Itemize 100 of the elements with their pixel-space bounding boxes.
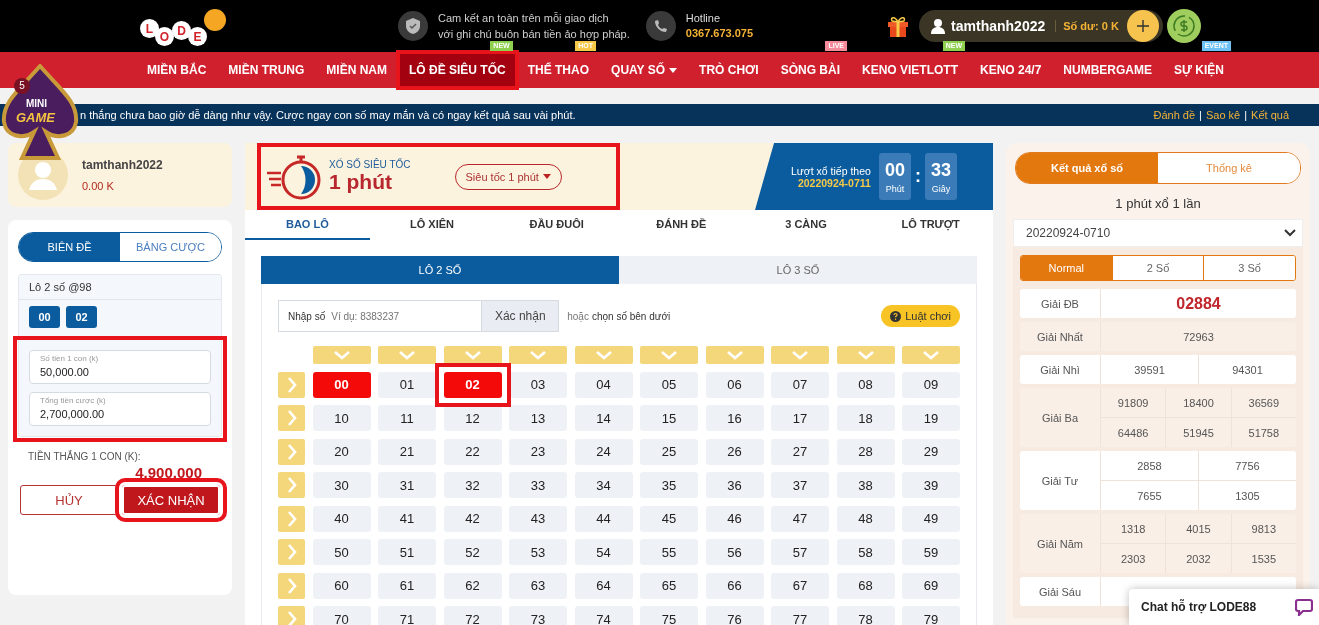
number-cell[interactable]: 51 xyxy=(378,539,436,565)
number-cell[interactable]: 23 xyxy=(509,438,567,465)
nav-link[interactable]: NUMBERGAME xyxy=(1052,52,1164,88)
select-row-button[interactable] xyxy=(278,606,305,625)
number-cell[interactable]: 50 xyxy=(312,539,371,565)
sub-tab[interactable]: LÔ 2 SỐ xyxy=(261,256,619,284)
number-cell[interactable]: 42 xyxy=(443,505,502,532)
quick-link[interactable]: Kết quả xyxy=(1251,109,1289,121)
nav-link[interactable]: KENO VIETLOTT xyxy=(851,52,969,88)
number-cell[interactable]: 40 xyxy=(312,505,371,532)
gift-icon[interactable] xyxy=(887,14,910,38)
rules-button[interactable]: Luật chơi xyxy=(881,305,960,327)
chosen-number[interactable]: 02 xyxy=(66,306,97,328)
number-cell[interactable]: 11 xyxy=(378,405,436,431)
number-cell[interactable]: 03 xyxy=(509,371,567,398)
number-cell[interactable]: 18 xyxy=(836,405,895,431)
number-cell[interactable]: 26 xyxy=(705,438,764,465)
coin-exchange-icon[interactable] xyxy=(1166,9,1201,43)
number-cell[interactable]: 10 xyxy=(312,405,371,431)
number-cell[interactable]: 78 xyxy=(836,606,895,625)
nav-link[interactable]: MIỀN BẮC xyxy=(136,52,218,88)
number-cell[interactable]: 62 xyxy=(443,572,502,599)
number-cell[interactable]: 70 xyxy=(312,606,371,625)
number-cell[interactable]: 28 xyxy=(836,438,895,465)
number-cell[interactable]: 24 xyxy=(574,438,633,465)
number-cell[interactable]: 31 xyxy=(378,472,436,498)
number-cell[interactable]: 04 xyxy=(574,371,633,398)
number-cell[interactable]: 46 xyxy=(705,505,764,532)
number-cell[interactable]: 30 xyxy=(312,472,371,498)
number-cell[interactable]: 66 xyxy=(705,572,764,599)
hotline-number[interactable]: 0367.673.075 xyxy=(685,26,754,41)
number-cell[interactable]: 74 xyxy=(574,606,633,625)
number-cell[interactable]: 12 xyxy=(443,405,502,431)
nav-link[interactable]: KENO 24/7 xyxy=(969,52,1053,88)
number-cell[interactable]: 33 xyxy=(509,472,567,498)
number-cell[interactable]: 19 xyxy=(902,405,960,431)
number-cell[interactable]: 45 xyxy=(640,505,698,532)
nav-link[interactable]: MIỀN NAM xyxy=(315,52,398,88)
draw-select[interactable]: 20220924-0710 xyxy=(1013,219,1303,247)
select-row-button[interactable] xyxy=(278,539,305,565)
submit-number-button[interactable]: Xác nhận xyxy=(481,300,560,332)
chat-widget[interactable]: Chat hỗ trợ LODE88 xyxy=(1129,589,1319,625)
number-cell[interactable]: 13 xyxy=(509,405,567,431)
number-cell[interactable]: 60 xyxy=(312,572,371,599)
number-cell[interactable]: 61 xyxy=(378,572,436,599)
number-cell[interactable]: 29 xyxy=(902,438,960,465)
select-row-button[interactable] xyxy=(278,371,305,398)
account-pill[interactable]: tamthanh2022 Số dư: 0 K xyxy=(919,10,1163,42)
number-cell[interactable]: 20 xyxy=(312,438,371,465)
number-cell[interactable]: 53 xyxy=(509,539,567,565)
number-cell[interactable]: 52 xyxy=(443,539,502,565)
number-cell[interactable]: 68 xyxy=(836,572,895,599)
number-cell[interactable]: 75 xyxy=(640,606,698,625)
number-cell[interactable]: 06 xyxy=(705,371,764,398)
nav-link[interactable]: MIỀN TRUNG xyxy=(217,52,316,88)
number-cell[interactable]: 02 xyxy=(443,371,502,398)
number-cell[interactable]: 09 xyxy=(902,371,960,398)
chosen-number[interactable]: 00 xyxy=(29,306,60,328)
number-cell[interactable]: 44 xyxy=(574,505,633,532)
number-cell[interactable]: 16 xyxy=(705,405,764,431)
number-cell[interactable]: 17 xyxy=(771,405,829,431)
number-cell[interactable]: 07 xyxy=(771,371,829,398)
result-mode-tab[interactable]: 2 Số xyxy=(1111,256,1204,280)
number-cell[interactable]: 21 xyxy=(378,438,436,465)
select-column-button[interactable] xyxy=(443,346,502,364)
number-cell[interactable]: 47 xyxy=(771,505,829,532)
number-cell[interactable]: 15 xyxy=(640,405,698,431)
sub-tab[interactable]: LÔ 3 SỐ xyxy=(619,256,977,284)
select-row-button[interactable] xyxy=(278,438,305,465)
nav-link[interactable]: THỂ THAO xyxy=(516,52,601,88)
number-cell[interactable]: 55 xyxy=(640,539,698,565)
number-cell[interactable]: 58 xyxy=(836,539,895,565)
number-cell[interactable]: 56 xyxy=(705,539,764,565)
number-cell[interactable]: 67 xyxy=(771,572,829,599)
number-cell[interactable]: 25 xyxy=(640,438,698,465)
nav-link[interactable]: QUAY SỐ xyxy=(600,52,689,88)
number-cell[interactable]: 35 xyxy=(640,472,698,498)
amount-field[interactable]: Số tiền 1 con (k) 50,000.00 xyxy=(29,350,211,384)
cancel-button[interactable]: HỦY xyxy=(20,485,118,515)
select-row-button[interactable] xyxy=(278,505,305,532)
number-cell[interactable]: 57 xyxy=(771,539,829,565)
number-cell[interactable]: 37 xyxy=(771,472,829,498)
number-cell[interactable]: 39 xyxy=(902,472,960,498)
number-cell[interactable]: 08 xyxy=(836,371,895,398)
number-cell[interactable]: 22 xyxy=(443,438,502,465)
number-cell[interactable]: 73 xyxy=(509,606,567,625)
number-cell[interactable]: 71 xyxy=(378,606,436,625)
select-row-button[interactable] xyxy=(278,472,305,498)
result-mode-tab[interactable]: 3 Số xyxy=(1203,256,1295,280)
nav-link[interactable]: TRÒ CHƠI xyxy=(688,52,770,88)
quick-link[interactable]: Đánh đề xyxy=(1153,109,1196,121)
nav-link[interactable]: LÔ ĐỀ SIÊU TỐC xyxy=(398,52,517,88)
nav-link[interactable]: SÒNG BÀI xyxy=(769,52,851,88)
number-cell[interactable]: 41 xyxy=(378,505,436,532)
amount-field[interactable]: Tổng tiền cược (k) 2,700,000.00 xyxy=(29,392,211,426)
number-cell[interactable]: 14 xyxy=(574,405,633,431)
number-cell[interactable]: 36 xyxy=(705,472,764,498)
select-row-button[interactable] xyxy=(278,405,305,431)
number-cell[interactable]: 77 xyxy=(771,606,829,625)
number-cell[interactable]: 69 xyxy=(902,572,960,599)
